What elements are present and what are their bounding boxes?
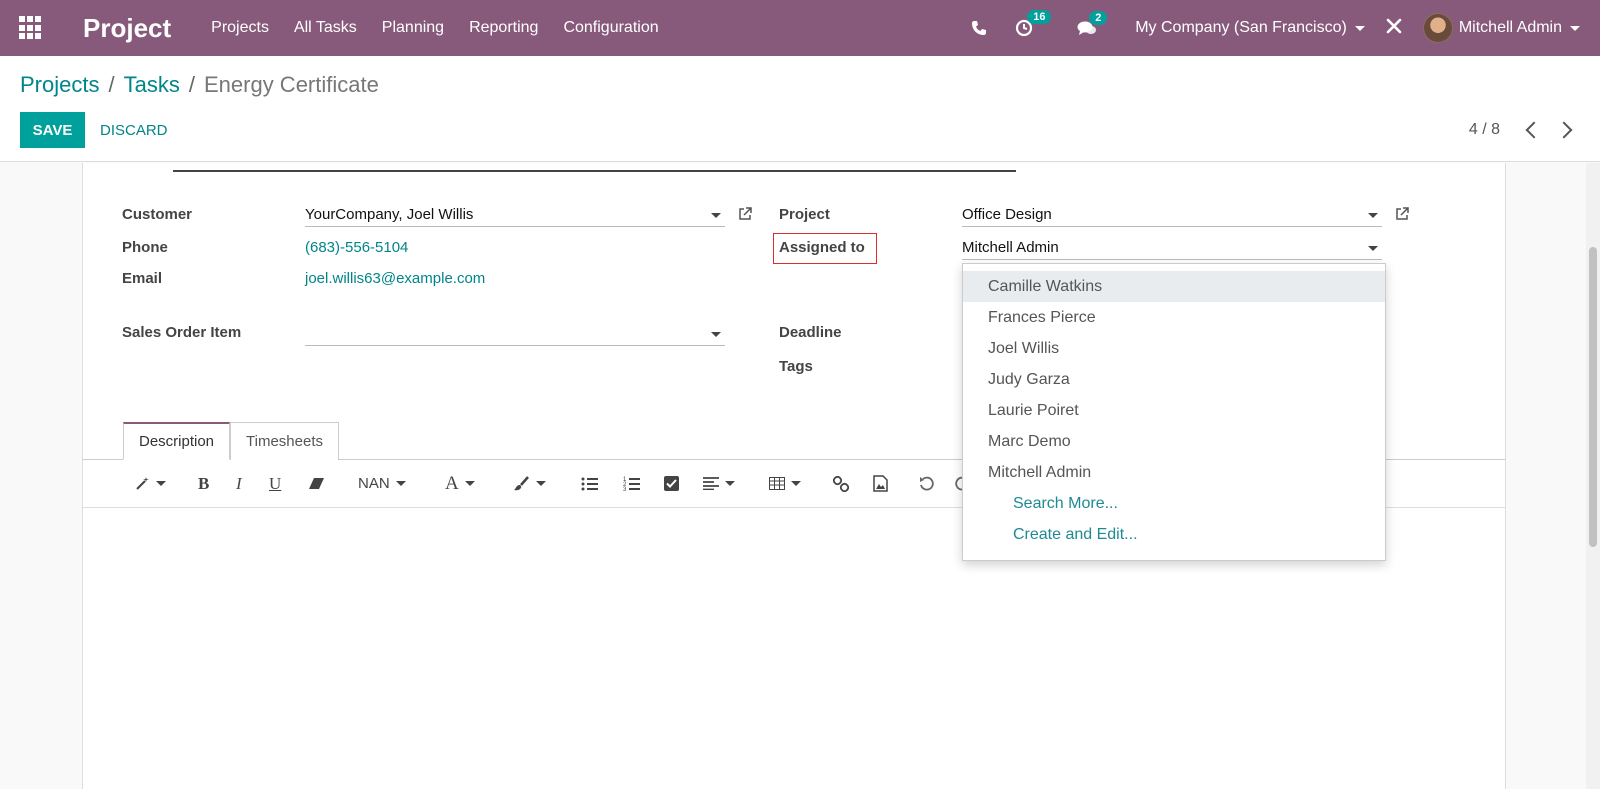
messages-icon[interactable]: 2 (1077, 10, 1108, 37)
table-icon[interactable] (769, 477, 801, 490)
phone-value[interactable]: (683)-556-5104 (305, 239, 408, 256)
undo-icon[interactable] (919, 476, 934, 491)
link-icon[interactable] (833, 475, 849, 492)
tab-description[interactable]: Description (123, 422, 231, 460)
main-menu: Projects All Tasks Planning Reporting Co… (211, 19, 683, 37)
chevron-down-icon (1354, 25, 1365, 31)
breadcrumb-separator: / (188, 72, 195, 97)
sales-order-item-label: Sales Order Item (122, 324, 242, 341)
control-panel: Projects / Tasks / Energy Certificate SA… (0, 56, 1600, 162)
project-label: Project (779, 206, 830, 223)
deadline-label: Deadline (779, 324, 842, 341)
discard-button[interactable]: DISCARD (100, 112, 168, 148)
breadcrumb-current: Energy Certificate (203, 72, 379, 97)
tab-timesheets[interactable]: Timesheets (230, 422, 340, 460)
search-more-link[interactable]: Search More... (963, 488, 1385, 519)
menu-reporting[interactable]: Reporting (469, 19, 538, 37)
chevron-right-icon[interactable] (1555, 121, 1573, 139)
phone-icon[interactable] (971, 20, 987, 36)
font-size-value: NAN (358, 475, 390, 492)
dropdown-option[interactable]: Camille Watkins (963, 271, 1385, 302)
form-sheet: Customer YourCompany, Joel Willis Phone … (82, 163, 1506, 789)
bullet-list-icon[interactable] (581, 477, 599, 491)
create-and-edit-link[interactable]: Create and Edit... (963, 519, 1385, 550)
chevron-left-icon[interactable] (1525, 121, 1543, 139)
chevron-down-icon (711, 332, 721, 337)
external-link-icon[interactable] (738, 207, 752, 221)
email-value[interactable]: joel.willis63@example.com (305, 270, 485, 287)
assigned-to-label: Assigned to (779, 239, 865, 256)
italic-icon[interactable]: I (236, 474, 242, 494)
customer-label: Customer (122, 206, 193, 223)
phone-label: Phone (122, 239, 168, 256)
customer-field[interactable]: YourCompany, Joel Willis (305, 202, 725, 227)
breadcrumb: Projects / Tasks / Energy Certificate (20, 72, 379, 98)
chevron-down-icon (1570, 25, 1580, 31)
dropdown-option[interactable]: Judy Garza (963, 364, 1385, 395)
dropdown-option[interactable]: Marc Demo (963, 426, 1385, 457)
scrollbar-thumb[interactable] (1589, 247, 1597, 547)
activity-count-badge: 16 (1027, 10, 1052, 24)
apps-menu-icon[interactable] (19, 16, 43, 40)
dropdown-option[interactable]: Frances Pierce (963, 302, 1385, 333)
numbered-list-icon[interactable]: 123 (623, 476, 641, 492)
project-value: Office Design (962, 205, 1052, 223)
menu-projects[interactable]: Projects (211, 19, 269, 37)
systray: 16 2 My Company (San Francisco) Mitchell… (957, 0, 1600, 56)
project-field[interactable]: Office Design (962, 202, 1382, 227)
company-switcher[interactable]: My Company (San Francisco) (1135, 19, 1365, 37)
user-name: Mitchell Admin (1458, 19, 1562, 36)
sales-order-item-field[interactable] (305, 321, 725, 346)
dropdown-option[interactable]: Joel Willis (963, 333, 1385, 364)
pager: 4 / 8 (1469, 112, 1573, 148)
email-label: Email (122, 270, 163, 287)
chevron-down-icon (711, 213, 721, 218)
breadcrumb-projects[interactable]: Projects (20, 72, 99, 98)
top-navbar: Project Projects All Tasks Planning Repo… (0, 0, 1600, 56)
menu-all-tasks[interactable]: All Tasks (294, 19, 357, 37)
pager-value[interactable]: 4 / 8 (1469, 121, 1500, 139)
customer-value: YourCompany, Joel Willis (305, 205, 474, 223)
app-title[interactable]: Project (83, 13, 171, 44)
bold-icon[interactable]: B (198, 474, 209, 494)
eraser-icon[interactable] (308, 477, 325, 490)
tags-label: Tags (779, 358, 813, 375)
activity-clock-icon[interactable]: 16 (1015, 10, 1052, 37)
dropdown-option[interactable]: Mitchell Admin (963, 457, 1385, 488)
underline-icon[interactable]: U (269, 474, 281, 494)
align-icon[interactable] (703, 477, 735, 490)
image-icon[interactable] (873, 475, 888, 492)
assigned-to-autocomplete-dropdown: Camille Watkins Frances Pierce Joel Will… (962, 263, 1386, 561)
assigned-to-value: Mitchell Admin (962, 238, 1059, 256)
user-avatar (1422, 13, 1453, 43)
page-scrollbar[interactable] (1586, 163, 1600, 789)
assigned-to-field[interactable]: Mitchell Admin (962, 235, 1382, 260)
chevron-down-icon (1368, 246, 1378, 251)
checklist-icon[interactable] (664, 476, 679, 491)
company-name: My Company (San Francisco) (1135, 19, 1347, 36)
notebook-tabs: Description Timesheets (123, 422, 340, 460)
divider (173, 170, 1016, 172)
magic-wand-icon[interactable] (135, 476, 166, 491)
paint-brush-icon[interactable] (513, 476, 546, 491)
debug-tools-icon[interactable] (1385, 17, 1403, 39)
save-button[interactable]: SAVE (20, 112, 85, 148)
menu-configuration[interactable]: Configuration (563, 19, 658, 37)
dropdown-option[interactable]: Laurie Poiret (963, 395, 1385, 426)
user-menu[interactable]: Mitchell Admin (1422, 13, 1580, 43)
font-color-icon[interactable]: A (445, 473, 475, 495)
breadcrumb-tasks[interactable]: Tasks (124, 72, 180, 98)
svg-text:3: 3 (623, 487, 627, 492)
external-link-icon[interactable] (1395, 207, 1409, 221)
font-size-dropdown[interactable]: NAN (358, 475, 406, 492)
message-count-badge: 2 (1089, 10, 1108, 25)
breadcrumb-separator: / (108, 72, 115, 97)
chevron-down-icon (1368, 213, 1378, 218)
menu-planning[interactable]: Planning (382, 19, 444, 37)
